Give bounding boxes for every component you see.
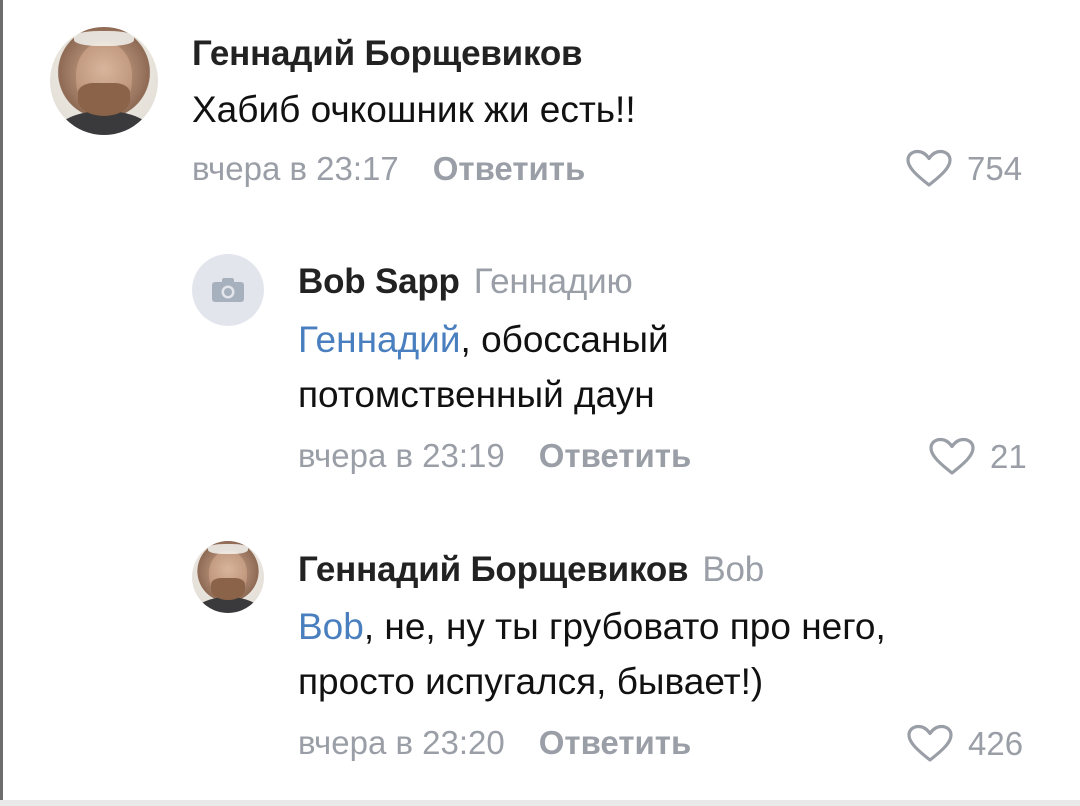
like-button[interactable]: 426 bbox=[906, 724, 1023, 764]
reply-button[interactable]: Ответить bbox=[539, 724, 692, 761]
window-edge bbox=[0, 0, 3, 806]
user-avatar[interactable] bbox=[50, 27, 158, 135]
comment-meta: вчера в 23:17 Ответить bbox=[192, 150, 585, 188]
like-count: 426 bbox=[968, 725, 1024, 762]
bottom-divider bbox=[0, 800, 1080, 806]
comment-line: просто испугался, бывает!) bbox=[298, 661, 764, 702]
comment-author[interactable]: Геннадий Борщевиков bbox=[192, 34, 583, 74]
comment-time: вчера в 23:19 bbox=[298, 437, 505, 474]
comment-author: Bob Sapp Геннадию bbox=[298, 262, 633, 302]
like-button[interactable]: 754 bbox=[905, 149, 1022, 189]
comment-time: вчера в 23:17 bbox=[192, 150, 399, 187]
comment-text: Хабиб очкошник жи есть!! bbox=[192, 82, 636, 137]
comment-text: Геннадий, обоссаный потомственный даун bbox=[298, 312, 669, 422]
heart-icon bbox=[906, 149, 952, 187]
like-count: 21 bbox=[990, 438, 1027, 475]
comment-text: Bob, не, ну ты грубовато про него, прост… bbox=[298, 599, 886, 709]
heart-icon bbox=[929, 437, 975, 475]
reply-button[interactable]: Ответить bbox=[539, 437, 692, 474]
author-name[interactable]: Геннадий Борщевиков bbox=[192, 34, 583, 73]
user-avatar[interactable] bbox=[192, 254, 264, 326]
heart-icon bbox=[907, 724, 953, 762]
comment-line: потомственный даун bbox=[298, 374, 655, 415]
mention-link[interactable]: Геннадий bbox=[298, 319, 461, 360]
comment-line: Bob, не, ну ты грубовато про него, bbox=[298, 599, 886, 654]
mention-link[interactable]: Bob bbox=[298, 606, 364, 647]
comment-meta: вчера в 23:19 Ответить bbox=[298, 437, 691, 475]
reply-button[interactable]: Ответить bbox=[433, 150, 586, 187]
comment-meta: вчера в 23:20 Ответить bbox=[298, 724, 691, 762]
comment-line: Хабиб очкошник жи есть!! bbox=[192, 89, 636, 130]
comment-line-text: , обоссаный bbox=[460, 319, 669, 360]
like-button[interactable]: 21 bbox=[928, 437, 1027, 477]
camera-icon bbox=[212, 278, 244, 302]
user-avatar[interactable] bbox=[192, 541, 264, 613]
author-name[interactable]: Bob Sapp bbox=[298, 262, 460, 301]
comment-author: Геннадий Борщевиков Bob bbox=[298, 550, 764, 590]
comment-line-text: , не, ну ты грубовато про него, bbox=[363, 606, 886, 647]
author-name[interactable]: Геннадий Борщевиков bbox=[298, 550, 689, 589]
like-count: 754 bbox=[967, 150, 1023, 187]
reply-to-label[interactable]: Геннадию bbox=[474, 262, 633, 301]
reply-to-label[interactable]: Bob bbox=[702, 550, 764, 589]
comment-line: Геннадий, обоссаный bbox=[298, 312, 669, 367]
comment-time: вчера в 23:20 bbox=[298, 724, 505, 761]
